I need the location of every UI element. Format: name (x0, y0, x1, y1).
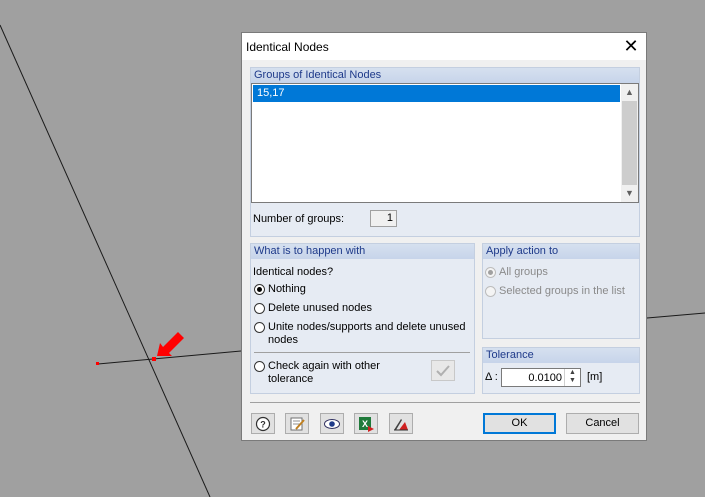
member-line-right (646, 312, 705, 319)
member-line-horizontal (97, 350, 242, 365)
divider (254, 352, 470, 353)
identical-nodes-dialog: Identical Nodes ✕ Groups of Identical No… (241, 32, 647, 441)
scroll-thumb[interactable] (622, 101, 637, 185)
list-item[interactable]: 15,17 (253, 85, 620, 102)
edit-notes-icon (290, 417, 305, 430)
units-icon (394, 418, 408, 430)
radio-nothing[interactable] (254, 284, 265, 295)
close-button[interactable]: ✕ (620, 36, 642, 56)
radio-unite-nodes[interactable] (254, 322, 265, 333)
option-check-again[interactable]: Check again with other tolerance (254, 360, 384, 386)
excel-export-icon: X (359, 416, 374, 432)
apply-header: Apply action to (483, 244, 639, 259)
tolerance-unit: [m] (587, 371, 603, 383)
option-all-groups-label: All groups (499, 266, 548, 278)
footer-divider (250, 402, 640, 403)
tolerance-header: Tolerance (483, 348, 639, 363)
help-icon: ? (255, 416, 271, 431)
radio-check-again[interactable] (254, 361, 265, 372)
option-nothing[interactable]: Nothing (254, 283, 306, 296)
radio-selected-groups[interactable] (485, 286, 496, 297)
groups-header: Groups of Identical Nodes (251, 68, 639, 83)
identical-nodes-subheading: Identical nodes? (253, 266, 334, 278)
what-header: What is to happen with (251, 244, 474, 259)
svg-text:?: ? (260, 419, 266, 429)
svg-text:X: X (362, 419, 368, 429)
vertical-scrollbar[interactable]: ▲ ▼ (621, 84, 638, 202)
view-eye-icon (324, 418, 340, 429)
scroll-up-icon[interactable]: ▲ (621, 84, 638, 101)
tolerance-value[interactable]: 0.0100 (528, 372, 562, 384)
option-nothing-label: Nothing (268, 283, 306, 295)
node-marker-identical (152, 357, 156, 361)
option-unite-nodes[interactable]: Unite nodes/supports and delete unused n… (254, 321, 469, 347)
spin-up-icon[interactable]: ▲ (565, 369, 580, 377)
ok-button[interactable]: OK (483, 413, 556, 434)
view-button[interactable] (320, 413, 344, 434)
scroll-down-icon[interactable]: ▼ (621, 185, 638, 202)
groups-listbox[interactable]: 15,17 ▲ ▼ (251, 83, 639, 203)
spin-buttons[interactable]: ▲ ▼ (564, 369, 580, 386)
red-arrow-icon (157, 332, 184, 356)
radio-delete-unused[interactable] (254, 303, 265, 314)
tolerance-symbol-label: Δ : (485, 371, 498, 383)
apply-check-button[interactable] (431, 360, 455, 381)
spin-down-icon[interactable]: ▼ (565, 377, 580, 385)
title-bar: Identical Nodes ✕ (242, 33, 646, 60)
option-delete-unused[interactable]: Delete unused nodes (254, 302, 372, 315)
checkmark-icon (436, 364, 450, 376)
option-selected-groups-label: Selected groups in the list (499, 285, 625, 297)
number-of-groups-value: 1 (370, 210, 397, 227)
cancel-button[interactable]: Cancel (566, 413, 639, 434)
units-button[interactable] (389, 413, 413, 434)
tolerance-input[interactable]: 0.0100 ▲ ▼ (501, 368, 581, 387)
radio-all-groups[interactable] (485, 267, 496, 278)
excel-export-button[interactable]: X (354, 413, 378, 434)
member-line-diagonal (0, 24, 211, 497)
number-of-groups-label: Number of groups: (253, 213, 345, 225)
edit-notes-button[interactable] (285, 413, 309, 434)
option-delete-unused-label: Delete unused nodes (268, 302, 372, 314)
node-marker (96, 362, 99, 365)
option-all-groups[interactable]: All groups (485, 266, 548, 279)
option-unite-nodes-label: Unite nodes/supports and delete unused n… (268, 321, 466, 346)
option-check-again-label: Check again with other tolerance (268, 360, 380, 385)
option-selected-groups[interactable]: Selected groups in the list (485, 285, 625, 298)
dialog-title: Identical Nodes (246, 40, 329, 54)
help-button[interactable]: ? (251, 413, 275, 434)
